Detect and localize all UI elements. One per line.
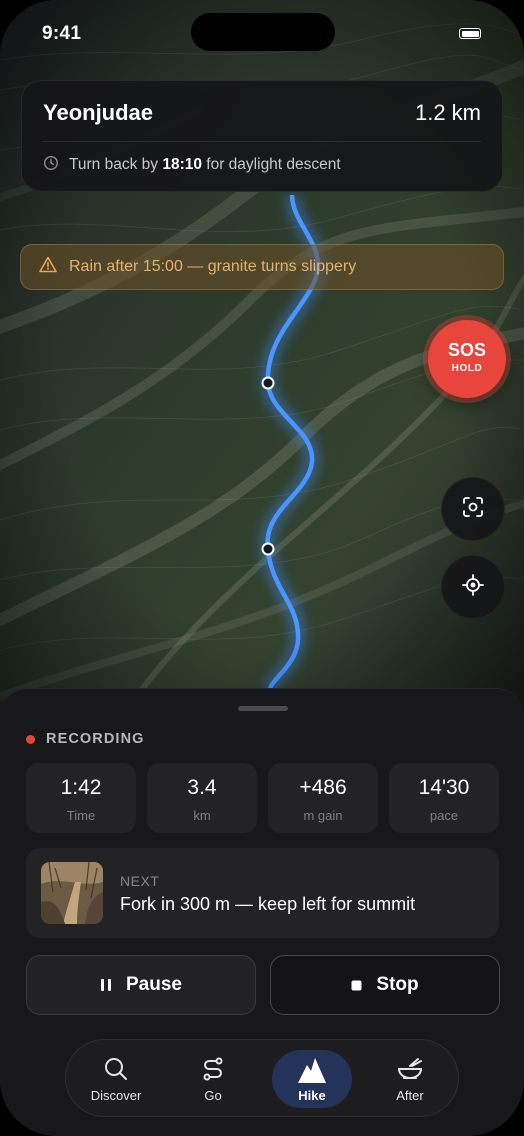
stop-button[interactable]: Stop <box>270 955 500 1015</box>
stat-label: m gain <box>303 808 343 823</box>
turnback-time: 18:10 <box>162 156 202 173</box>
divider <box>43 141 481 142</box>
recording-indicator: RECORDING <box>26 731 145 747</box>
next-instruction-card[interactable]: NEXT Fork in 300 m — keep left for summi… <box>26 848 499 938</box>
next-label: NEXT <box>120 873 160 889</box>
warning-triangle-icon <box>39 256 57 278</box>
daylight-advice: Turn back by 18:10 for daylight descent <box>69 156 341 173</box>
status-time: 9:41 <box>42 23 82 44</box>
tab-discover[interactable]: Discover <box>76 1050 156 1108</box>
stat-distance: 3.4 km <box>147 763 257 833</box>
search-icon <box>76 1056 156 1084</box>
tab-go[interactable]: Go <box>173 1050 253 1108</box>
next-instruction: Fork in 300 m — keep left for summit <box>120 894 416 914</box>
stat-value: 1:42 <box>60 776 102 799</box>
tab-hike[interactable]: Hike <box>272 1050 352 1108</box>
trail-photo-thumbnail <box>41 862 103 924</box>
stats-row: 1:42 Time 3.4 km +486 m gain 14'30 pace <box>26 763 499 833</box>
warning-text: Rain after 15:00 — granite turns slipper… <box>69 258 357 275</box>
tab-label: Go <box>204 1088 222 1103</box>
tab-label: After <box>396 1088 424 1103</box>
sos-button[interactable]: SOS HOLD <box>428 320 506 398</box>
stat-pace: 14'30 pace <box>389 763 499 833</box>
stat-time: 1:42 Time <box>26 763 136 833</box>
destination-name: Yeonjudae <box>43 100 154 125</box>
tab-label: Hike <box>298 1088 326 1103</box>
scan-icon <box>462 496 484 523</box>
stat-label: km <box>193 808 211 823</box>
stat-value: 3.4 <box>187 776 217 799</box>
scan-button[interactable] <box>441 477 505 541</box>
sheet-handle[interactable] <box>238 706 288 711</box>
destination-distance: 1.2 km <box>414 100 481 125</box>
stat-label: pace <box>429 808 459 823</box>
weather-warning-banner[interactable]: Rain after 15:00 — granite turns slipper… <box>20 244 504 290</box>
stat-elevation-gain: +486 m gain <box>268 763 378 833</box>
stat-label: Time <box>66 808 96 823</box>
clock-icon <box>43 155 59 176</box>
destination-card[interactable]: Yeonjudae 1.2 km Turn back by 18:10 for … <box>21 80 503 192</box>
bowl-icon <box>370 1056 450 1084</box>
tab-bar: Discover Go Hike After <box>65 1039 459 1117</box>
pause-icon <box>100 978 112 992</box>
sos-label: SOS <box>447 340 486 360</box>
crosshair-icon <box>461 573 485 602</box>
mountain-icon <box>272 1056 352 1084</box>
pause-button[interactable]: Pause <box>26 955 256 1015</box>
locate-me-button[interactable] <box>441 555 505 619</box>
stat-value: 14'30 <box>418 776 470 799</box>
stop-icon <box>351 980 362 991</box>
tab-label: Discover <box>90 1088 142 1103</box>
recording-dot-icon <box>26 734 35 744</box>
recording-sheet: RECORDING 1:42 Time 3.4 km +486 m gain 1… <box>0 688 524 1136</box>
route-icon <box>173 1056 253 1084</box>
tab-after[interactable]: After <box>370 1050 450 1108</box>
recording-label: RECORDING <box>46 731 145 747</box>
pause-label: Pause <box>126 974 182 995</box>
sos-hold-label: HOLD <box>451 363 483 374</box>
phone-screen: 9:41 Yeonjudae 1.2 km Turn back by 18:10… <box>0 0 524 1136</box>
stop-label: Stop <box>376 974 419 995</box>
dynamic-island <box>191 13 335 51</box>
stat-value: +486 <box>299 776 347 799</box>
battery-icon <box>459 28 481 39</box>
